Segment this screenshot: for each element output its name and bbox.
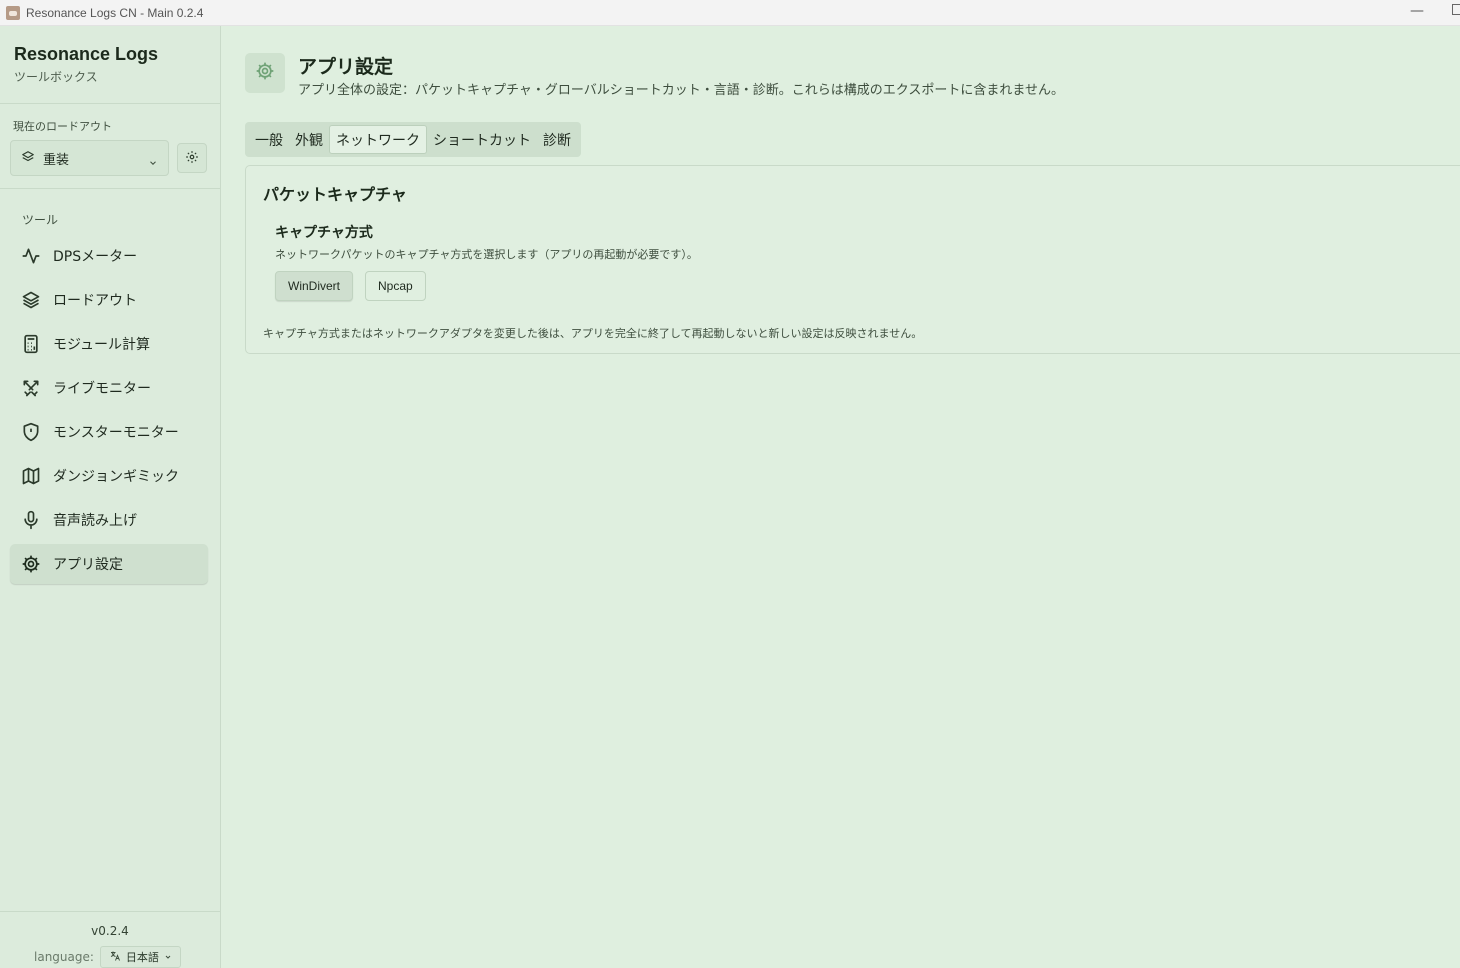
maximize-button[interactable]	[1452, 4, 1460, 15]
sidebar-item-label: 音声読み上げ	[53, 513, 137, 529]
mic-icon	[21, 510, 41, 530]
chevron-down-icon	[164, 951, 172, 964]
sidebar-item-label: モンスターモニター	[53, 425, 179, 441]
sidebar-item-label: アプリ設定	[53, 557, 123, 573]
minimize-button[interactable]: —	[1410, 3, 1424, 19]
loadout-select[interactable]: 重装	[10, 140, 169, 176]
brand-subtitle: ツールボックス	[14, 70, 98, 84]
gear-icon	[255, 61, 275, 85]
sidebar-item-module-calc[interactable]: モジュール計算	[10, 324, 208, 364]
language-label: language:	[34, 950, 94, 964]
capture-method-label: キャプチャ方式	[275, 225, 373, 241]
sidebar-item-loadout[interactable]: ロードアウト	[10, 280, 208, 320]
chevron-down-icon	[148, 153, 158, 172]
sidebar: Resonance Logs ツールボックス 現在のロードアウト 重装 ツール …	[0, 26, 221, 968]
sidebar-item-label: ライブモニター	[53, 381, 151, 397]
language-select[interactable]: 日本語	[99, 946, 181, 968]
page-icon	[245, 53, 285, 93]
sidebar-divider	[0, 911, 220, 912]
settings-tabs: 一般 外観 ネットワーク ショートカット 診断	[245, 122, 581, 157]
window-titlebar: Resonance Logs CN - Main 0.2.4 —	[0, 0, 1460, 26]
activity-icon	[21, 246, 41, 266]
sidebar-nav: DPSメーター ロードアウト モジュール計算 ライブモニター モンスターモニター	[10, 236, 208, 588]
tools-section-label: ツール	[22, 213, 59, 227]
capture-method-description: ネットワークパケットのキャプチャ方式を選択します（アプリの再起動が必要です）。	[275, 248, 698, 261]
loadout-value: 重装	[43, 152, 70, 168]
brand-title: Resonance Logs	[14, 44, 159, 64]
app-version: v0.2.4	[91, 924, 129, 938]
sidebar-item-app-settings[interactable]: アプリ設定	[10, 544, 208, 584]
sidebar-item-dps-meter[interactable]: DPSメーター	[10, 236, 208, 276]
sidebar-divider	[0, 103, 220, 104]
sidebar-item-label: モジュール計算	[53, 337, 151, 353]
sidebar-item-live-monitor[interactable]: ライブモニター	[10, 368, 208, 408]
tab-diagnostics[interactable]: 診断	[537, 125, 577, 154]
sidebar-item-voice-readout[interactable]: 音声読み上げ	[10, 500, 208, 540]
sidebar-divider	[0, 188, 220, 189]
sidebar-item-label: ダンジョンギミック	[53, 469, 179, 485]
tab-shortcuts[interactable]: ショートカット	[427, 125, 537, 154]
brand: Resonance Logs ツールボックス	[14, 44, 158, 85]
windivert-button[interactable]: WinDivert	[275, 271, 354, 301]
loadout-settings-button[interactable]	[177, 143, 207, 173]
main-content: アプリ設定 アプリ全体の設定：パケットキャプチャ・グローバルショートカット・言語…	[221, 26, 1460, 968]
translate-icon	[109, 950, 121, 965]
gear-icon	[185, 149, 199, 168]
language-row: language: 日本語	[34, 946, 181, 968]
sidebar-item-label: ロードアウト	[53, 293, 137, 309]
packet-capture-panel: パケットキャプチャ キャプチャ方式 ネットワークパケットのキャプチャ方式を選択し…	[245, 165, 1460, 354]
crossed-swords-icon	[21, 378, 41, 398]
tab-appearance[interactable]: 外観	[289, 125, 329, 154]
language-value: 日本語	[125, 951, 159, 964]
layers-icon	[21, 290, 41, 310]
tab-network[interactable]: ネットワーク	[329, 125, 427, 154]
loadout-label: 現在のロードアウト	[13, 120, 112, 133]
sidebar-item-monster-monitor[interactable]: モンスターモニター	[10, 412, 208, 452]
sidebar-item-label: DPSメーター	[53, 249, 138, 265]
calculator-icon	[21, 334, 41, 354]
shield-alert-icon	[21, 422, 41, 442]
page-title: アプリ設定	[298, 56, 394, 78]
npcap-button[interactable]: Npcap	[365, 271, 426, 301]
gear-icon	[21, 554, 41, 574]
layers-icon	[21, 149, 35, 168]
window-title: Resonance Logs CN - Main 0.2.4	[26, 5, 204, 20]
page-subtitle: アプリ全体の設定：パケットキャプチャ・グローバルショートカット・言語・診断。これ…	[298, 83, 1064, 98]
restart-note: キャプチャ方式またはネットワークアダプタを変更した後は、アプリを完全に終了して再…	[263, 327, 923, 340]
panel-title: パケットキャプチャ	[263, 185, 407, 204]
sidebar-item-dungeon-gimmick[interactable]: ダンジョンギミック	[10, 456, 208, 496]
app-icon	[6, 5, 20, 20]
tab-general[interactable]: 一般	[249, 125, 289, 154]
map-icon	[21, 466, 41, 486]
